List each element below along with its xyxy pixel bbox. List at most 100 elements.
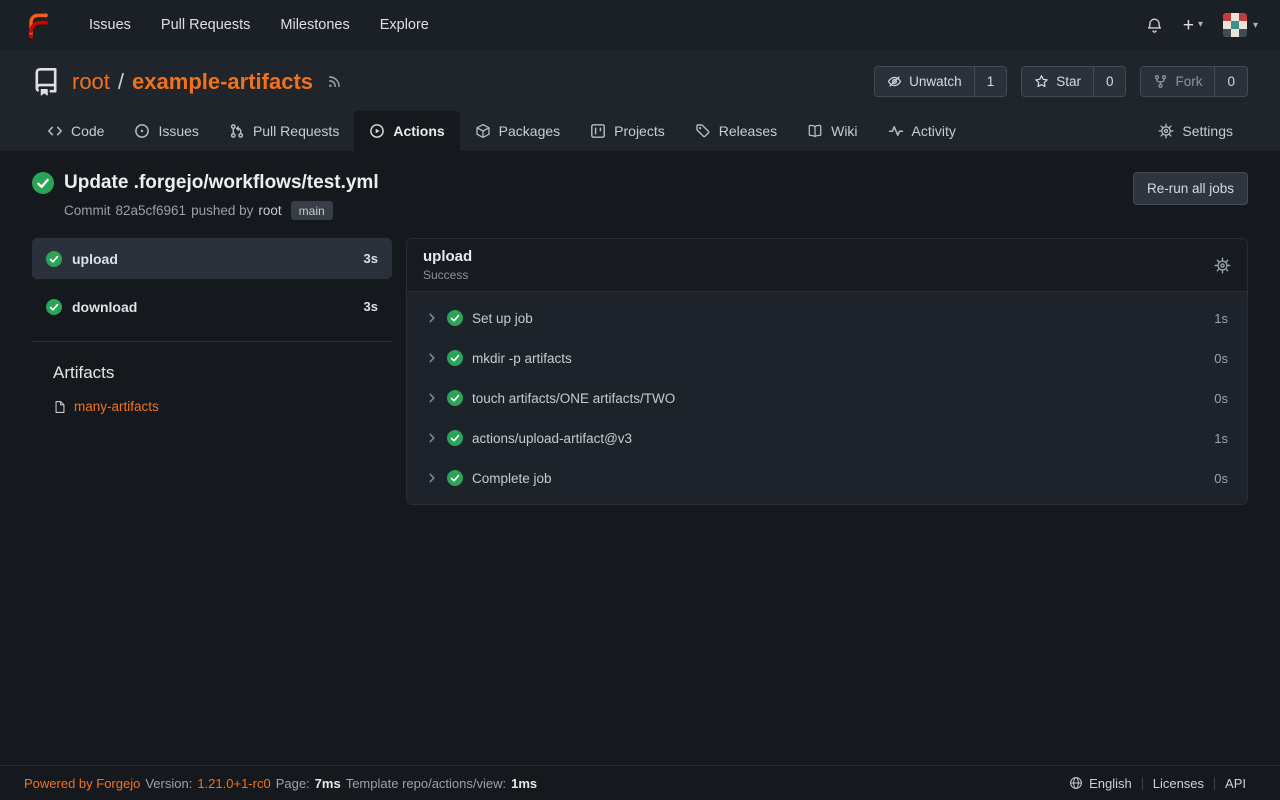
repo-owner-link[interactable]: root (72, 69, 110, 95)
primary-nav: Issues Pull Requests Milestones Explore (74, 9, 444, 41)
project-icon (590, 123, 606, 139)
actions-icon (369, 123, 385, 139)
package-icon (475, 123, 491, 139)
job-detail-title: upload (423, 248, 472, 265)
chevron-right-icon (426, 392, 438, 404)
job-detail-header: upload Success (407, 239, 1247, 292)
tab-issues[interactable]: Issues (119, 111, 213, 151)
template-time-value: 1ms (511, 776, 537, 791)
template-time-label: Template repo/actions/view: (346, 776, 506, 791)
top-navbar: Issues Pull Requests Milestones Explore … (0, 0, 1280, 50)
step-success-icon (447, 390, 463, 406)
file-icon (53, 400, 67, 414)
nav-pull-requests[interactable]: Pull Requests (146, 9, 265, 41)
repo-actions: Unwatch 1 Star 0 (874, 66, 1248, 97)
unwatch-button[interactable]: Unwatch (875, 67, 974, 96)
jobs-sidebar: upload 3s download 3s Artifacts many-art… (32, 238, 392, 414)
footer-links: English Licenses API (1059, 776, 1256, 791)
page-time-label: Page: (276, 776, 310, 791)
job-success-icon (46, 251, 62, 267)
fork-label: Fork (1175, 74, 1202, 89)
api-link[interactable]: API (1215, 776, 1256, 791)
version-label: Version: (145, 776, 192, 791)
author-link[interactable]: root (258, 203, 281, 218)
sidebar-divider (32, 341, 392, 342)
create-new-button[interactable]: +▾ (1183, 16, 1203, 35)
bell-icon (1146, 17, 1163, 34)
unwatch-label: Unwatch (909, 74, 962, 89)
actions-run-view: Update .forgejo/workflows/test.yml Commi… (0, 151, 1280, 765)
tab-activity[interactable]: Activity (873, 111, 971, 151)
tab-projects[interactable]: Projects (575, 111, 680, 151)
step-row-mkdir[interactable]: mkdir -p artifacts 0s (407, 338, 1247, 378)
step-row-complete-job[interactable]: Complete job 0s (407, 458, 1247, 498)
fork-button[interactable]: Fork (1141, 67, 1214, 96)
step-row-touch-artifacts[interactable]: touch artifacts/ONE artifacts/TWO 0s (407, 378, 1247, 418)
footer-meta: Powered by Forgejo Version: 1.21.0+1-rc0… (24, 776, 537, 791)
branch-badge[interactable]: main (291, 201, 333, 220)
eye-off-icon (887, 74, 902, 89)
tab-code[interactable]: Code (32, 111, 119, 151)
artifact-link-many-artifacts[interactable]: many-artifacts (32, 399, 392, 414)
tab-actions[interactable]: Actions (354, 111, 459, 151)
job-steps-list: Set up job 1s mkdir -p artifacts 0s touc… (407, 292, 1247, 504)
tab-wiki[interactable]: Wiki (792, 111, 872, 151)
step-success-icon (447, 470, 463, 486)
tab-pull-requests[interactable]: Pull Requests (214, 111, 354, 151)
gear-icon (1214, 257, 1231, 274)
chevron-down-icon: ▾ (1253, 20, 1258, 31)
tab-releases[interactable]: Releases (680, 111, 792, 151)
job-item-download[interactable]: download 3s (32, 286, 392, 327)
rss-button[interactable] (327, 74, 342, 89)
forks-count[interactable]: 0 (1214, 67, 1247, 96)
job-options-button[interactable] (1214, 257, 1231, 274)
repo-name-link[interactable]: example-artifacts (132, 69, 313, 95)
forgejo-logo[interactable] (22, 10, 52, 40)
fork-button-group: Fork 0 (1140, 66, 1248, 97)
pull-request-icon (229, 123, 245, 139)
chevron-right-icon (426, 432, 438, 444)
fork-icon (1153, 74, 1168, 89)
commit-label: Commit (64, 203, 111, 218)
forgejo-logo-icon (22, 10, 52, 40)
run-info: Update .forgejo/workflows/test.yml Commi… (32, 172, 379, 220)
navbar-right: +▾ ▾ (1146, 13, 1258, 37)
step-success-icon (447, 350, 463, 366)
nav-explore[interactable]: Explore (365, 9, 444, 41)
stars-count[interactable]: 0 (1093, 67, 1126, 96)
chevron-down-icon: ▾ (1198, 20, 1203, 30)
page-time-value: 7ms (315, 776, 341, 791)
star-button-group: Star 0 (1021, 66, 1126, 97)
star-label: Star (1056, 74, 1081, 89)
star-icon (1034, 74, 1049, 89)
step-success-icon (447, 430, 463, 446)
language-selector[interactable]: English (1059, 776, 1142, 791)
star-button[interactable]: Star (1022, 67, 1093, 96)
tab-packages[interactable]: Packages (460, 111, 575, 151)
run-success-icon (32, 172, 54, 194)
rss-icon (327, 74, 342, 89)
rerun-all-jobs-button[interactable]: Re-run all jobs (1133, 172, 1248, 205)
nav-milestones[interactable]: Milestones (265, 9, 364, 41)
step-row-set-up-job[interactable]: Set up job 1s (407, 298, 1247, 338)
user-menu[interactable]: ▾ (1223, 13, 1258, 37)
step-row-upload-artifact[interactable]: actions/upload-artifact@v3 1s (407, 418, 1247, 458)
globe-icon (1069, 776, 1083, 790)
notifications-button[interactable] (1146, 17, 1163, 34)
job-detail-status: Success (423, 268, 472, 282)
commit-sha-link[interactable]: 82a5cf6961 (116, 203, 187, 218)
tab-settings[interactable]: Settings (1143, 111, 1248, 151)
job-success-icon (46, 299, 62, 315)
licenses-link[interactable]: Licenses (1143, 776, 1214, 791)
version-link[interactable]: 1.21.0+1-rc0 (197, 776, 270, 791)
powered-by-link[interactable]: Powered by Forgejo (24, 776, 140, 791)
settings-gear-icon (1158, 123, 1174, 139)
pushed-by-label: pushed by (191, 203, 253, 218)
repo-tabs: Code Issues Pull Requests Actions Packag… (32, 111, 1248, 151)
run-title: Update .forgejo/workflows/test.yml (64, 172, 379, 194)
job-item-upload[interactable]: upload 3s (32, 238, 392, 279)
book-icon (807, 123, 823, 139)
watchers-count[interactable]: 1 (974, 67, 1007, 96)
chevron-right-icon (426, 352, 438, 364)
nav-issues[interactable]: Issues (74, 9, 146, 41)
